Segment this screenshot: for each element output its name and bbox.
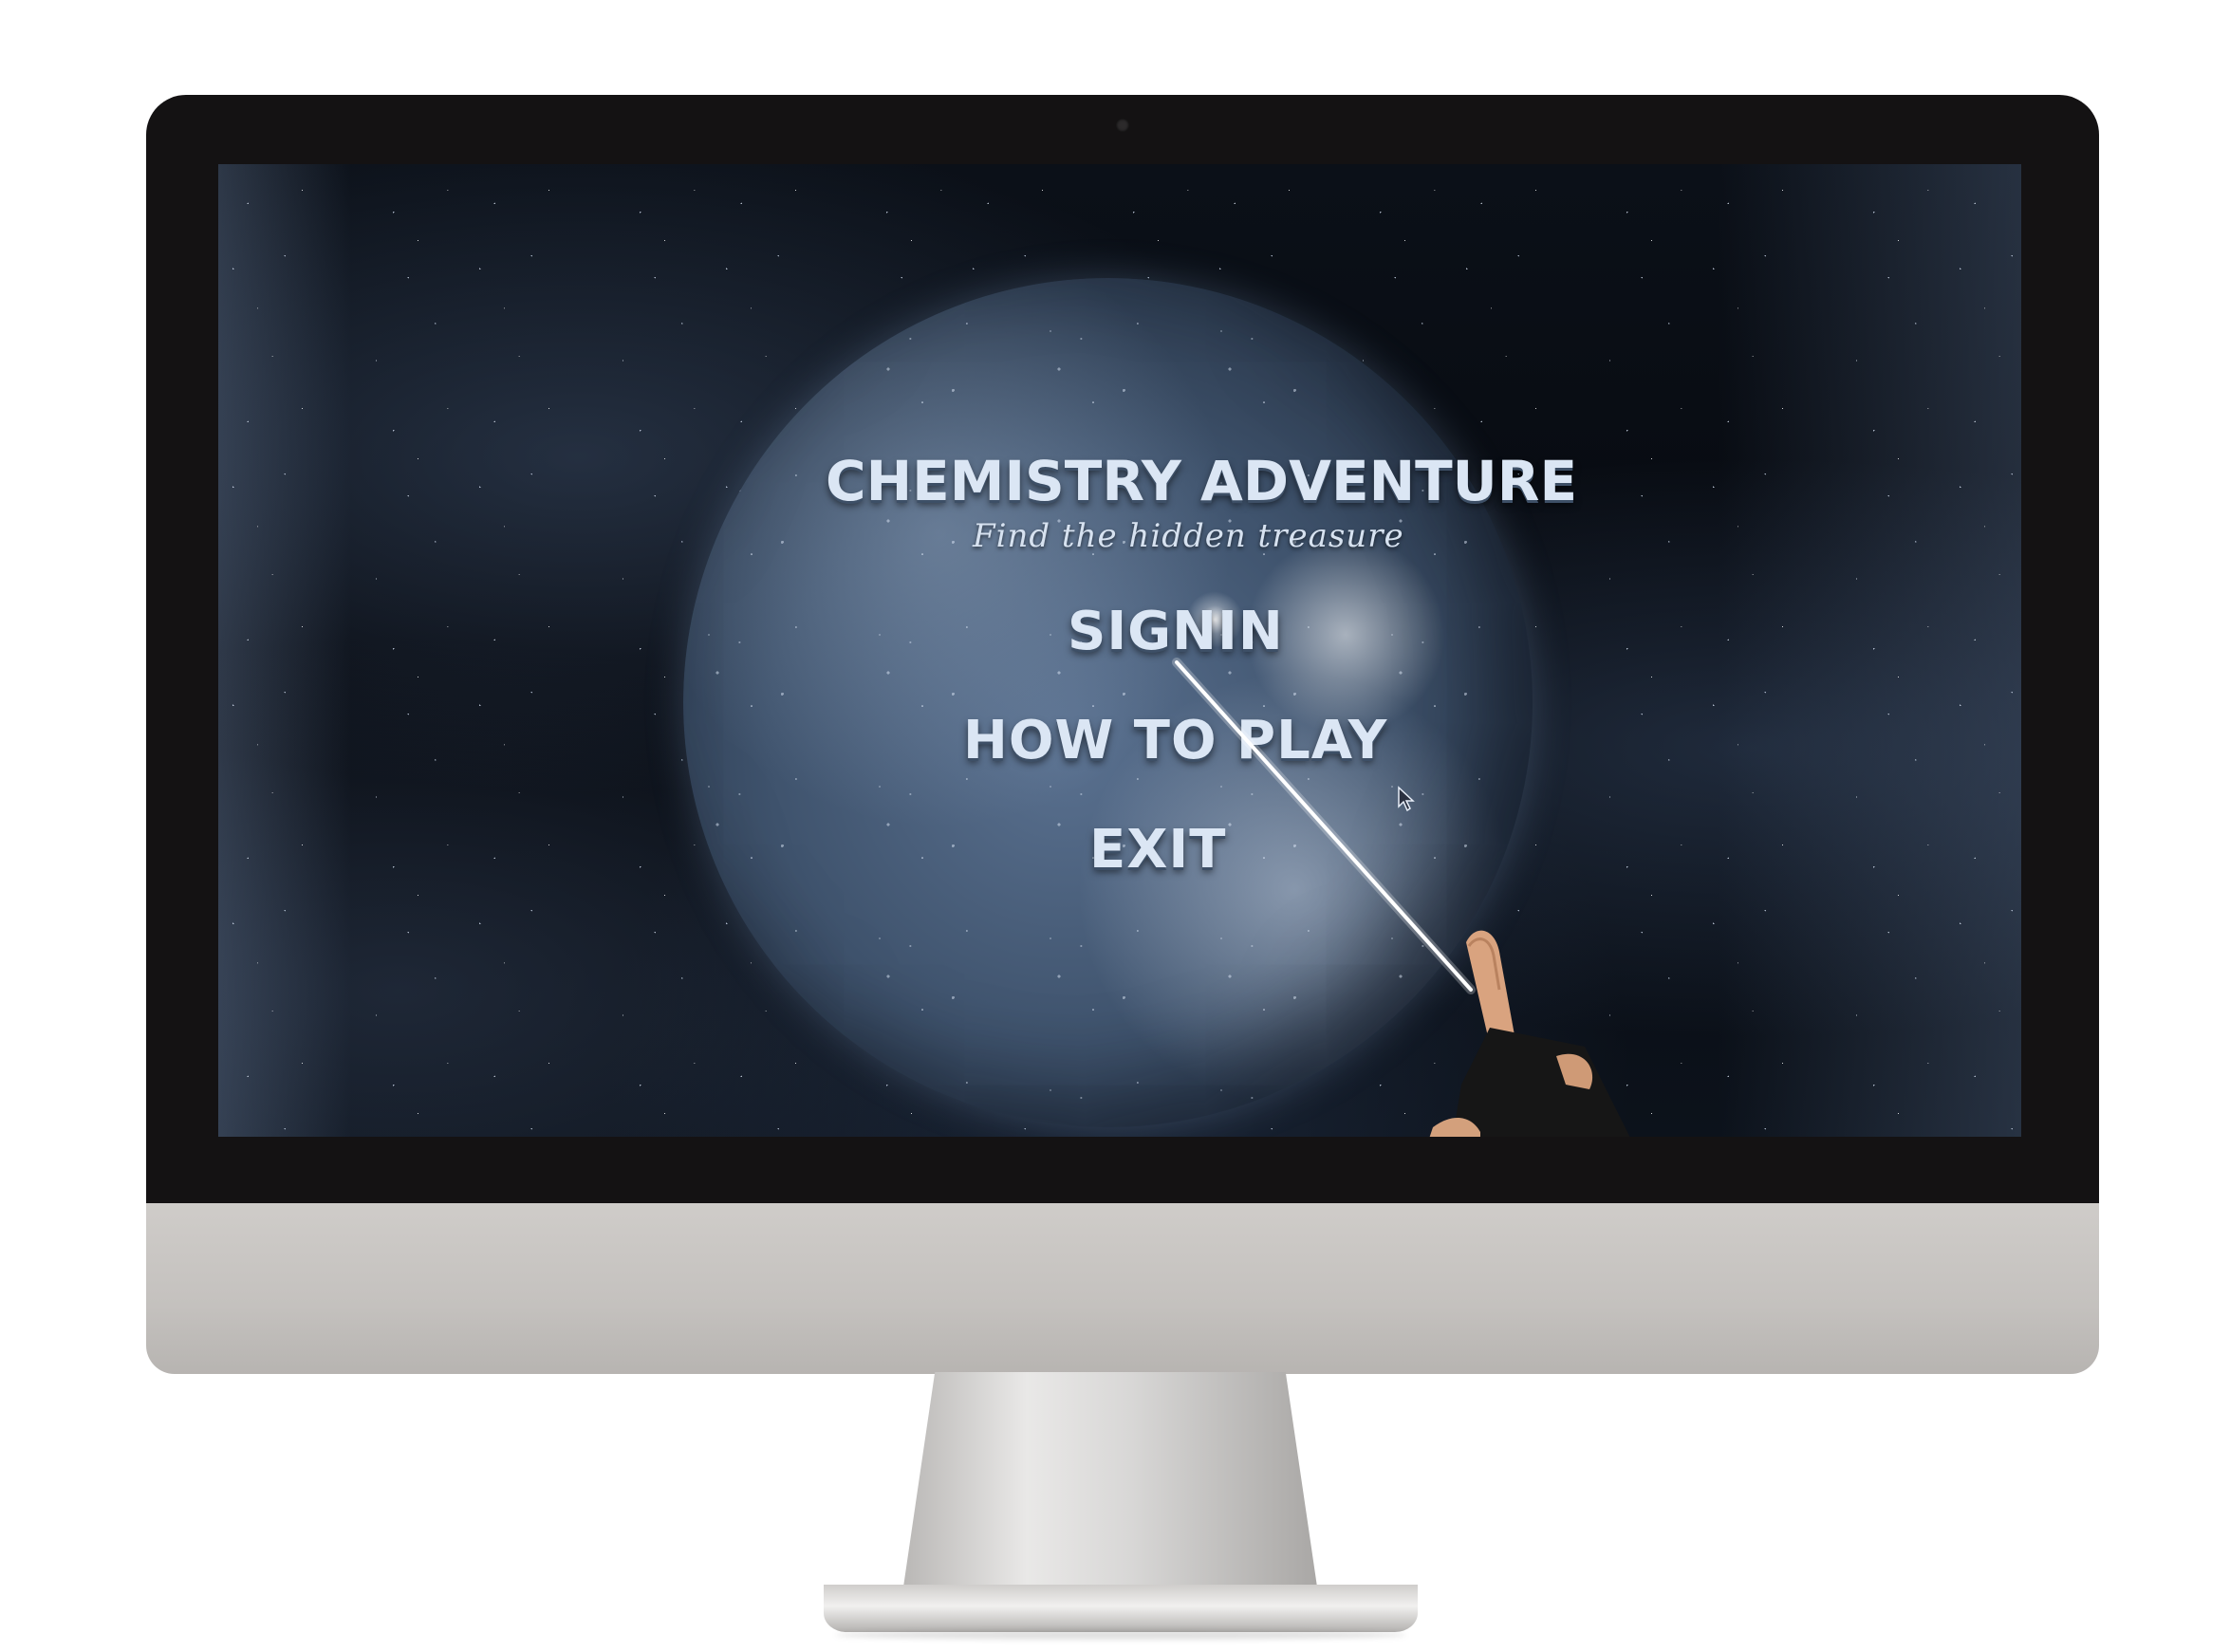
signin-button[interactable]: SIGNIN (1068, 601, 1284, 662)
exit-button[interactable]: EXIT (1089, 819, 1226, 881)
game-title: CHEMISTRY ADVENTURE (826, 449, 1578, 513)
monitor-stand-neck (901, 1372, 1319, 1600)
game-subtitle: Find the hidden treasure (973, 517, 1404, 555)
cursor-icon (1398, 786, 1415, 812)
game-screen: CHEMISTRY ADVENTURE Find the hidden trea… (218, 164, 2021, 1137)
desktop-mockup: CHEMISTRY ADVENTURE Find the hidden trea… (0, 0, 2230, 1652)
stand-shadow (835, 1630, 1406, 1640)
webcam-icon (1116, 119, 1129, 132)
monitor-chin (146, 1203, 2099, 1374)
monitor-stand-foot (824, 1585, 1418, 1632)
how-to-play-button[interactable]: HOW TO PLAY (963, 710, 1387, 771)
vr-hand-controller (1429, 930, 1630, 1137)
